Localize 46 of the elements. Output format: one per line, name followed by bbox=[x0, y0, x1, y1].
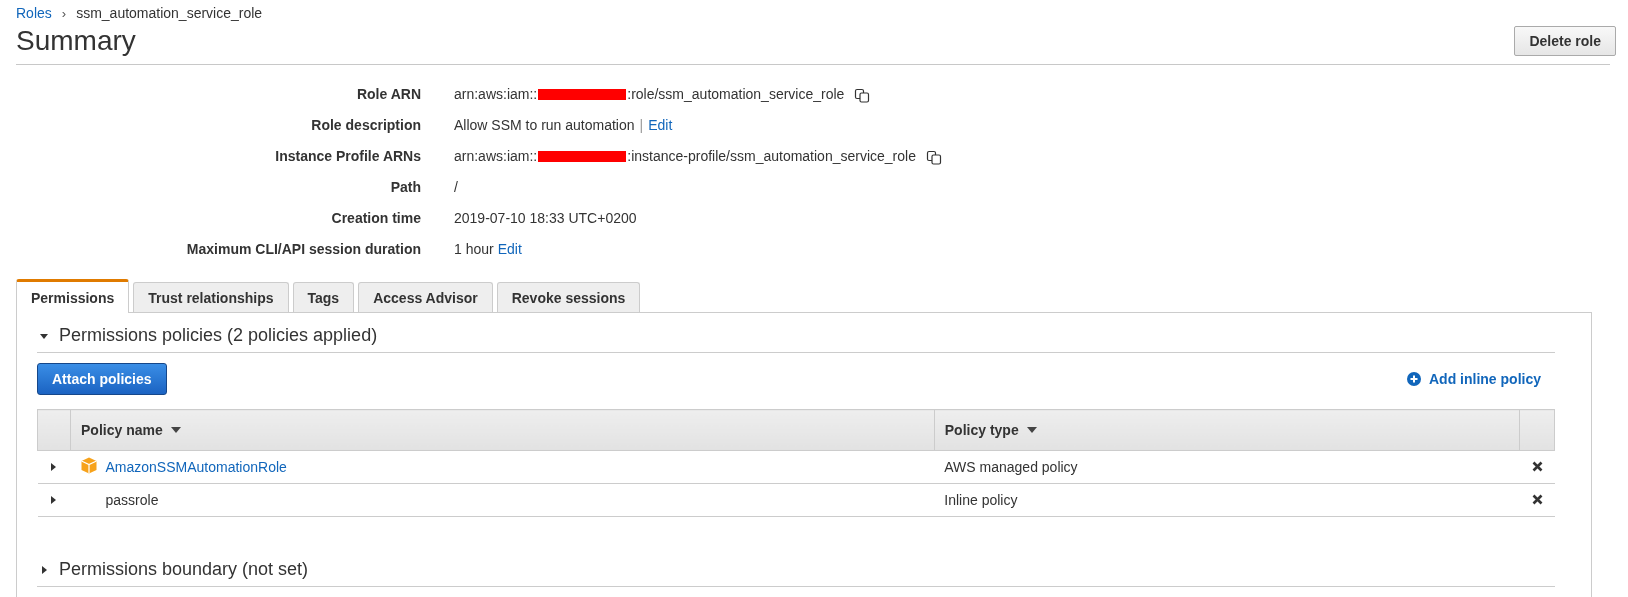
column-header[interactable]: Policy name bbox=[81, 422, 181, 438]
section-title: Permissions policies (2 policies applied) bbox=[59, 325, 378, 346]
chevron-icon: › bbox=[61, 5, 67, 21]
table-cell: AWS managed policy bbox=[934, 450, 1520, 484]
sort-caret-icon bbox=[170, 427, 181, 433]
tab[interactable]: Tags bbox=[292, 282, 355, 312]
tab[interactable]: Revoke sessions bbox=[496, 282, 641, 312]
tab[interactable]: Access Advisor bbox=[358, 282, 493, 312]
arn-suffix: :instance-profile/ssm_automation_service_role bbox=[627, 147, 916, 166]
plus-circle-icon bbox=[1407, 372, 1421, 386]
detail-label: Role description bbox=[310, 116, 421, 135]
copy-icon[interactable] bbox=[854, 86, 871, 103]
detail-value: / bbox=[454, 178, 458, 197]
column-header[interactable]: Policy type bbox=[944, 422, 1037, 438]
detail-label: Instance Profile ARNs bbox=[274, 147, 421, 166]
table-cell: Inline policy bbox=[934, 483, 1520, 517]
section-title: Permissions boundary (not set) bbox=[59, 559, 309, 580]
cube-icon bbox=[80, 457, 97, 474]
detail-label: Role ARN bbox=[355, 85, 421, 104]
detail-value: 2019-07-10 18:33 UTC+0200 bbox=[454, 209, 637, 228]
edit-link[interactable]: Edit bbox=[648, 110, 673, 141]
arn-prefix: arn:aws:iam:: bbox=[454, 147, 538, 166]
detail-label: Creation time bbox=[330, 209, 421, 228]
close-icon[interactable] bbox=[1531, 461, 1543, 472]
policy-link[interactable]: AmazonSSMAutomationRole bbox=[105, 459, 287, 475]
edit-link[interactable]: Edit bbox=[497, 234, 522, 265]
add-inline-policy-link[interactable]: Add inline policy bbox=[1407, 371, 1541, 387]
arn-prefix: arn:aws:iam:: bbox=[454, 85, 538, 104]
tab[interactable]: Trust relationships bbox=[133, 282, 289, 312]
delete-role-button[interactable]: Delete role bbox=[1514, 26, 1616, 56]
page-title: Summary bbox=[16, 24, 136, 58]
sort-caret-icon bbox=[1026, 427, 1037, 433]
arn-suffix: :role/ssm_automation_service_role bbox=[627, 85, 845, 104]
tab[interactable]: Permissions bbox=[16, 279, 130, 313]
detail-value: 1 hour bbox=[454, 240, 494, 259]
attach-policies-button[interactable]: Attach policies bbox=[37, 363, 167, 395]
detail-label: Path bbox=[389, 178, 421, 197]
copy-icon[interactable] bbox=[925, 148, 942, 165]
separator: | bbox=[639, 116, 644, 135]
close-icon[interactable] bbox=[1531, 494, 1543, 505]
policy-name: passrole bbox=[105, 492, 159, 508]
breadcrumb-current: ssm_automation_service_role bbox=[76, 5, 263, 21]
detail-label: Maximum CLI/API session duration bbox=[185, 240, 421, 259]
caret-right-icon[interactable] bbox=[39, 564, 49, 575]
detail-value: Allow SSM to run automation bbox=[454, 116, 635, 135]
breadcrumb-link[interactable]: Roles bbox=[16, 5, 52, 21]
